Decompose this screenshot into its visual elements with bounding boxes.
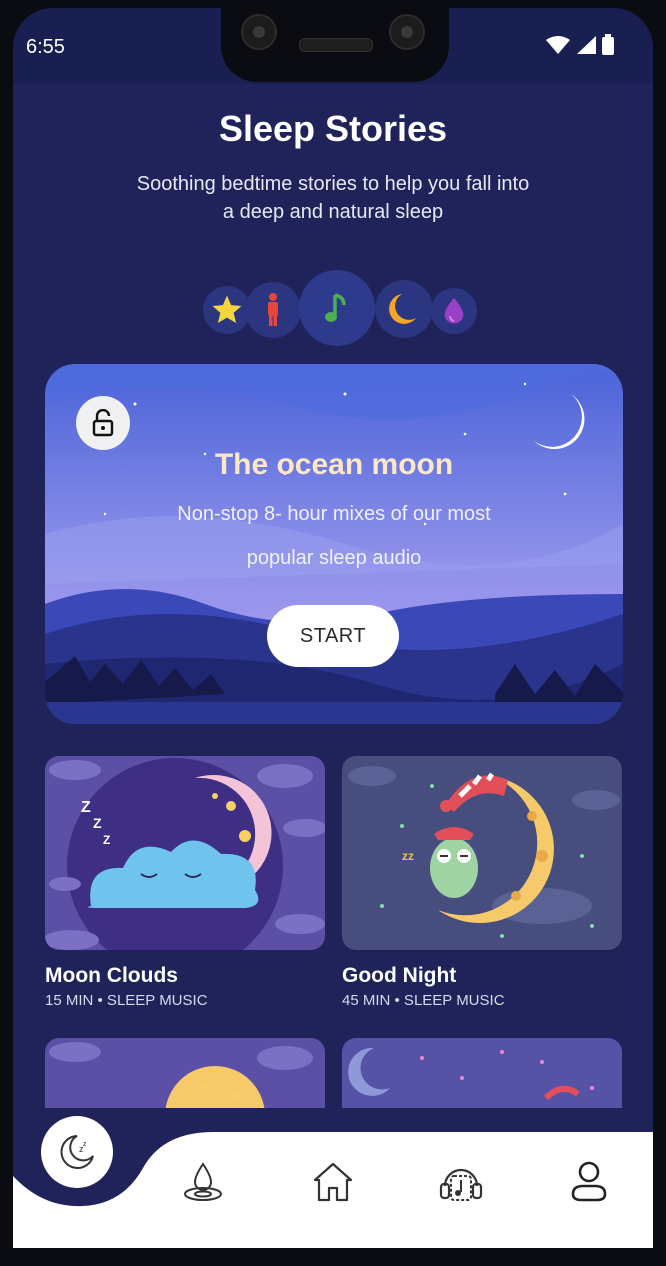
moon-icon	[389, 294, 416, 324]
music-note-icon	[325, 293, 346, 322]
star-icon	[212, 295, 242, 324]
system-icons	[545, 34, 615, 56]
story-title[interactable]: Good Night	[342, 964, 456, 988]
featured-title: The ocean moon	[214, 448, 454, 481]
front-sensor	[389, 14, 425, 50]
story-card-partial[interactable]	[342, 1038, 622, 1108]
app-screen: 6:55 Sleep Stories Soothing bedtime stor…	[13, 8, 653, 1248]
earpiece-speaker	[299, 38, 373, 52]
story-thumbnail-partial	[45, 1038, 325, 1108]
featured-description: Non-stop 8- hour mixes of our most popul…	[177, 503, 491, 569]
moon-clouds-illustration: Z Z Z	[45, 756, 325, 950]
story-card-moon-clouds[interactable]: Z Z Z	[45, 756, 325, 950]
svg-text:zz: zz	[402, 849, 414, 863]
nav-sleep[interactable]: zz	[41, 1116, 113, 1188]
lock-icon	[92, 409, 114, 437]
svg-text:Z: Z	[103, 833, 110, 847]
category-selector	[203, 270, 477, 348]
page-title: Sleep Stories	[218, 108, 448, 149]
start-button[interactable]: START	[267, 605, 399, 667]
meditate-icon	[184, 1162, 222, 1201]
story-meta: 15 MIN • SLEEP MUSIC	[45, 992, 208, 1009]
category-star[interactable]	[203, 286, 251, 334]
nav-home[interactable]	[305, 1154, 361, 1210]
story-meta: 45 MIN • SLEEP MUSIC	[342, 992, 505, 1009]
category-music[interactable]	[299, 270, 375, 346]
profile-icon	[571, 1161, 607, 1202]
svg-text:Z: Z	[81, 799, 91, 816]
bottom-navigation: zz	[13, 1116, 653, 1248]
story-card-partial[interactable]	[45, 1038, 325, 1108]
page-subtitle: Soothing bedtime stories to help you fal…	[136, 173, 530, 223]
status-time: 6:55	[26, 36, 65, 58]
featured-story-card[interactable]: The ocean moon Non-stop 8- hour mixes of…	[45, 364, 623, 724]
sleep-moon-icon: zz	[60, 1135, 94, 1169]
story-title[interactable]: Moon Clouds	[45, 964, 178, 988]
nav-music[interactable]	[433, 1154, 489, 1210]
lock-button[interactable]	[76, 396, 130, 450]
camera-notch	[221, 8, 449, 82]
category-moon[interactable]	[375, 280, 433, 338]
phone-chin	[0, 1248, 666, 1266]
good-night-illustration: zz	[342, 756, 622, 950]
person-icon	[268, 293, 278, 326]
nav-meditate[interactable]	[175, 1154, 231, 1210]
story-card-good-night[interactable]: zz	[342, 756, 622, 950]
nav-profile[interactable]	[561, 1154, 617, 1210]
signal-icon	[577, 36, 596, 54]
front-camera	[241, 14, 277, 50]
story-thumbnail-partial	[342, 1038, 622, 1108]
svg-text:Z: Z	[93, 815, 102, 831]
phone-frame: 6:55 Sleep Stories Soothing bedtime stor…	[0, 0, 666, 1266]
wifi-icon	[546, 36, 570, 54]
drop-icon	[444, 298, 464, 324]
home-icon	[313, 1162, 353, 1202]
category-person[interactable]	[245, 282, 301, 338]
category-drop[interactable]	[431, 288, 477, 334]
music-headphones-icon	[439, 1168, 483, 1201]
svg-text:z: z	[83, 1141, 87, 1148]
status-bar: 6:55	[13, 8, 653, 84]
battery-icon	[602, 34, 614, 55]
